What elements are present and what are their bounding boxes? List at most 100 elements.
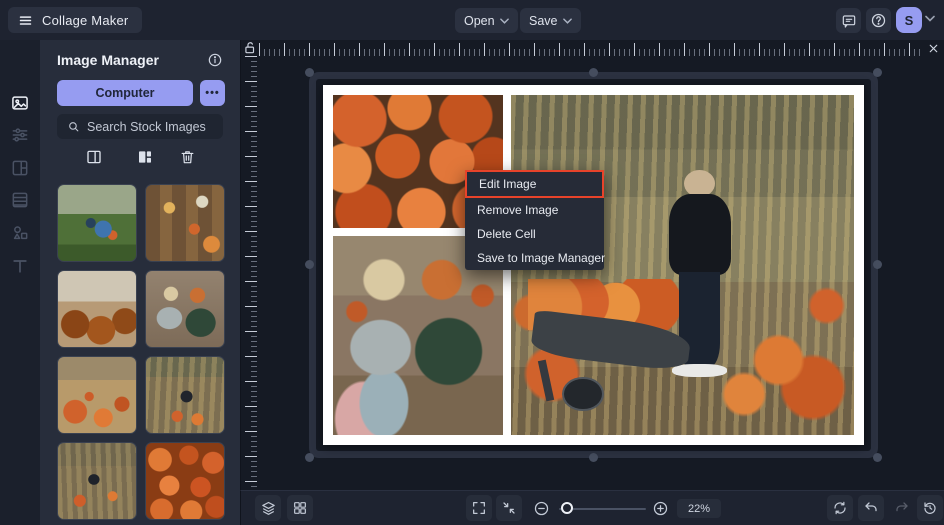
context-menu-item-edit-image[interactable]: Edit Image bbox=[465, 170, 604, 198]
thumbnail-caramel-apples[interactable] bbox=[57, 270, 137, 348]
thumbnail-pumpkins-crates[interactable] bbox=[145, 184, 225, 262]
resize-handle-bottom-mid[interactable] bbox=[589, 453, 598, 462]
panel-title: Image Manager bbox=[57, 52, 159, 68]
thumbnail-children-pumpkin-patch[interactable] bbox=[145, 270, 225, 348]
zoom-slider-knob[interactable] bbox=[561, 502, 573, 514]
more-dots: ••• bbox=[205, 87, 220, 99]
resize-handle-top-mid[interactable] bbox=[589, 68, 598, 77]
single-view-layout-button[interactable] bbox=[85, 148, 103, 166]
help-button[interactable] bbox=[866, 8, 891, 33]
grid-outline-icon bbox=[85, 148, 103, 166]
sidebar-item-templates[interactable] bbox=[8, 188, 32, 212]
ruler-lock-icon[interactable] bbox=[243, 41, 258, 56]
chevron-down-icon bbox=[563, 18, 572, 24]
thumbnail-wheelbarrow-corn[interactable] bbox=[145, 356, 225, 434]
minus-circle-icon bbox=[533, 500, 550, 517]
horizontal-ruler[interactable] bbox=[259, 40, 923, 56]
trash-icon bbox=[179, 148, 196, 166]
photo-man-shoes bbox=[672, 364, 727, 378]
chevron-down-icon bbox=[500, 18, 509, 24]
left-icon-rail bbox=[0, 40, 40, 525]
shapes-icon bbox=[10, 223, 30, 243]
photo-wheelbarrow-wheel bbox=[562, 377, 603, 411]
resize-handle-bottom-left[interactable] bbox=[305, 453, 314, 462]
resize-handle-mid-left[interactable] bbox=[305, 260, 314, 269]
sidebar-item-layouts[interactable] bbox=[8, 156, 32, 180]
grid-filled-icon bbox=[136, 148, 154, 166]
account-chevron-down-icon[interactable] bbox=[925, 15, 935, 22]
resize-handle-top-right[interactable] bbox=[873, 68, 882, 77]
undo-icon bbox=[863, 500, 879, 516]
thumbnail-grid bbox=[57, 184, 225, 520]
photo-man-shirt bbox=[669, 194, 731, 276]
chat-icon bbox=[841, 13, 857, 29]
resize-handle-mid-right[interactable] bbox=[873, 260, 882, 269]
grid-view-button[interactable] bbox=[287, 495, 313, 521]
context-menu-item-delete-cell[interactable]: Delete Cell bbox=[465, 222, 604, 246]
grid-icon bbox=[292, 500, 308, 516]
zoom-out-button[interactable] bbox=[528, 495, 554, 521]
save-button-label: Save bbox=[529, 14, 558, 28]
help-icon bbox=[870, 12, 887, 29]
layout-icon bbox=[10, 158, 30, 178]
sidebar-item-text[interactable] bbox=[8, 254, 32, 278]
open-button[interactable]: Open bbox=[455, 8, 518, 33]
stock-search[interactable] bbox=[57, 114, 223, 139]
thumbnail-pumpkin-pile[interactable] bbox=[145, 442, 225, 520]
resize-handle-top-left[interactable] bbox=[305, 68, 314, 77]
avatar[interactable]: S bbox=[896, 7, 922, 33]
fit-screen-icon bbox=[501, 500, 517, 516]
masonry-view-layout-button[interactable] bbox=[136, 148, 154, 166]
top-bar: Collage Maker Open Save S bbox=[0, 0, 944, 40]
search-input[interactable] bbox=[87, 120, 207, 134]
delete-images-button[interactable] bbox=[179, 148, 197, 166]
thumbnail-pumpkin-field[interactable] bbox=[57, 356, 137, 434]
sliders-icon bbox=[10, 125, 30, 145]
redo-button[interactable] bbox=[889, 495, 915, 521]
avatar-initial: S bbox=[905, 13, 914, 28]
image-icon bbox=[10, 93, 30, 113]
search-icon bbox=[67, 120, 80, 133]
vertical-ruler[interactable] bbox=[243, 56, 257, 490]
undo-button[interactable] bbox=[858, 495, 884, 521]
history-icon bbox=[922, 500, 938, 516]
close-rulers-icon[interactable] bbox=[927, 42, 941, 56]
fullscreen-icon bbox=[471, 500, 487, 516]
thumbnail-person-picking[interactable] bbox=[57, 442, 137, 520]
redo-icon bbox=[894, 500, 910, 516]
context-menu-item-save-to-image-manager[interactable]: Save to Image Manager bbox=[465, 246, 604, 270]
refresh-icon bbox=[832, 500, 848, 516]
bottom-toolbar: 22% bbox=[240, 490, 944, 525]
plus-circle-icon bbox=[652, 500, 669, 517]
fit-to-screen-button[interactable] bbox=[496, 495, 522, 521]
layers-button[interactable] bbox=[255, 495, 281, 521]
sidebar-item-graphics[interactable] bbox=[8, 221, 32, 245]
save-button[interactable]: Save bbox=[520, 8, 581, 33]
photo-man-head bbox=[684, 170, 715, 197]
computer-source-button[interactable]: Computer bbox=[57, 80, 193, 106]
resize-handle-bottom-right[interactable] bbox=[873, 453, 882, 462]
layers-icon bbox=[260, 500, 277, 517]
app-title: Collage Maker bbox=[42, 13, 128, 28]
fullscreen-button[interactable] bbox=[466, 495, 492, 521]
computer-source-label: Computer bbox=[95, 86, 154, 100]
reset-button[interactable] bbox=[827, 495, 853, 521]
zoom-level-display[interactable]: 22% bbox=[677, 499, 721, 518]
context-menu: Edit Image Remove Image Delete Cell Save… bbox=[465, 170, 604, 270]
canvas-workspace: Edit Image Remove Image Delete Cell Save… bbox=[240, 40, 944, 490]
photo-wheelbarrow-leg bbox=[538, 360, 555, 402]
context-menu-item-remove-image[interactable]: Remove Image bbox=[465, 198, 604, 222]
text-icon bbox=[10, 256, 30, 276]
thumbnail-tractor-cornfield[interactable] bbox=[57, 184, 137, 262]
sidebar-item-image-manager[interactable] bbox=[8, 91, 32, 115]
app-menu[interactable]: Collage Maker bbox=[8, 7, 142, 33]
image-manager-panel: Image Manager Computer ••• bbox=[40, 40, 240, 525]
history-button[interactable] bbox=[917, 495, 943, 521]
feedback-button[interactable] bbox=[836, 8, 861, 33]
hamburger-icon[interactable] bbox=[18, 13, 33, 28]
zoom-level-value: 22% bbox=[688, 503, 710, 515]
sidebar-item-edit[interactable] bbox=[8, 123, 32, 147]
more-sources-button[interactable]: ••• bbox=[200, 80, 225, 106]
zoom-in-button[interactable] bbox=[647, 495, 673, 521]
info-icon[interactable] bbox=[207, 52, 223, 68]
